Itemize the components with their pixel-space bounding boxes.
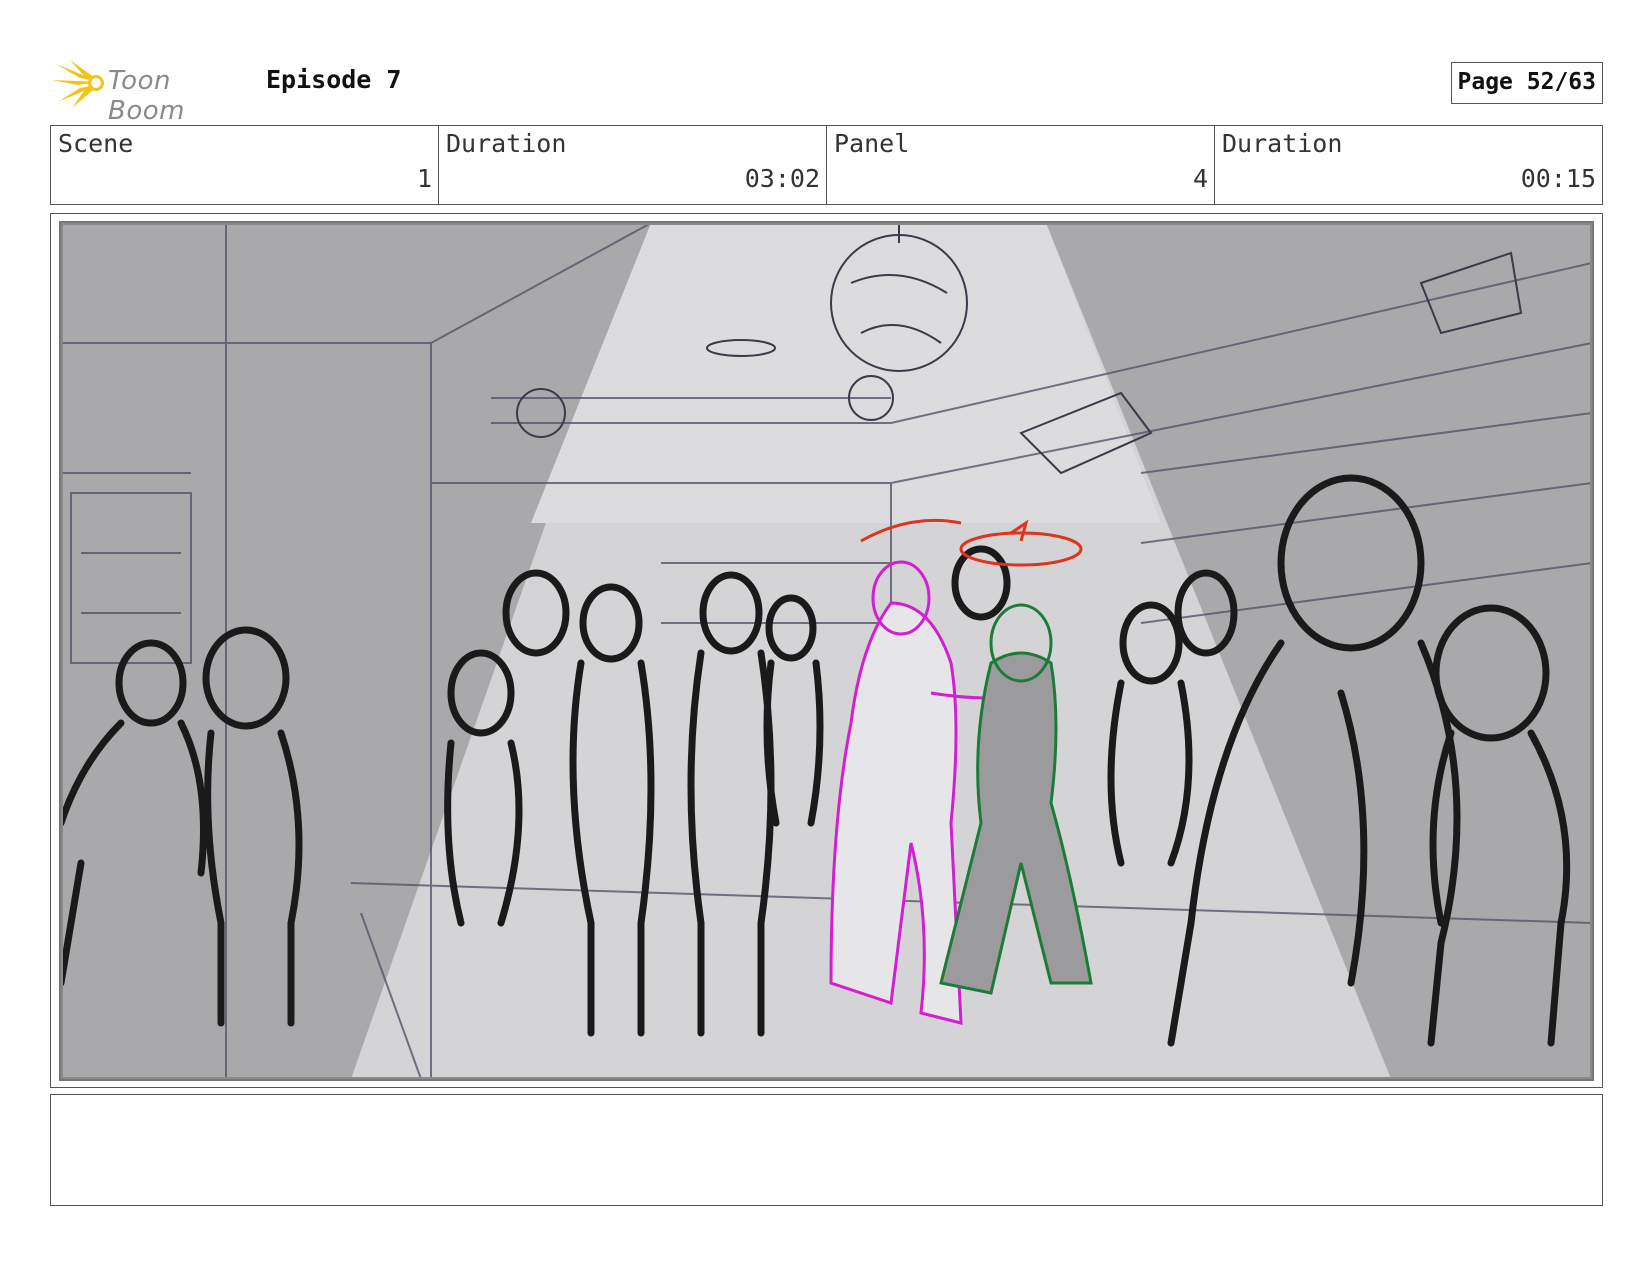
scene-info-table: Scene 1 Duration 03:02 Panel 4 Duration … — [50, 125, 1603, 205]
scene-duration-label: Duration — [446, 129, 567, 158]
scene-value: 1 — [416, 164, 432, 193]
panel-frame — [50, 213, 1603, 1088]
scene-duration-value: 03:02 — [744, 164, 820, 193]
panel-duration-value: 00:15 — [1520, 164, 1596, 193]
panel-cell: Panel 4 — [827, 126, 1215, 204]
brand-name: Toon Boom — [108, 66, 185, 126]
episode-title: Episode 7 — [266, 65, 402, 94]
toon-boom-logo: Toon Boom — [52, 58, 252, 126]
storyboard-header: Toon Boom Episode 7 Page 52/63 — [52, 56, 1603, 126]
scene-label: Scene — [58, 129, 134, 158]
scene-duration-cell: Duration 03:02 — [439, 126, 827, 204]
panel-label: Panel — [834, 129, 910, 158]
panel-notes-box — [50, 1094, 1603, 1206]
sketch-drawing — [61, 223, 1592, 1079]
page-indicator: Page 52/63 — [1450, 62, 1603, 104]
burst-icon — [52, 60, 104, 108]
scene-cell: Scene 1 — [51, 126, 439, 204]
panel-duration-cell: Duration 00:15 — [1215, 126, 1602, 204]
panel-duration-label: Duration — [1222, 129, 1343, 158]
panel-value: 4 — [1192, 164, 1208, 193]
storyboard-panel-image — [59, 221, 1594, 1081]
